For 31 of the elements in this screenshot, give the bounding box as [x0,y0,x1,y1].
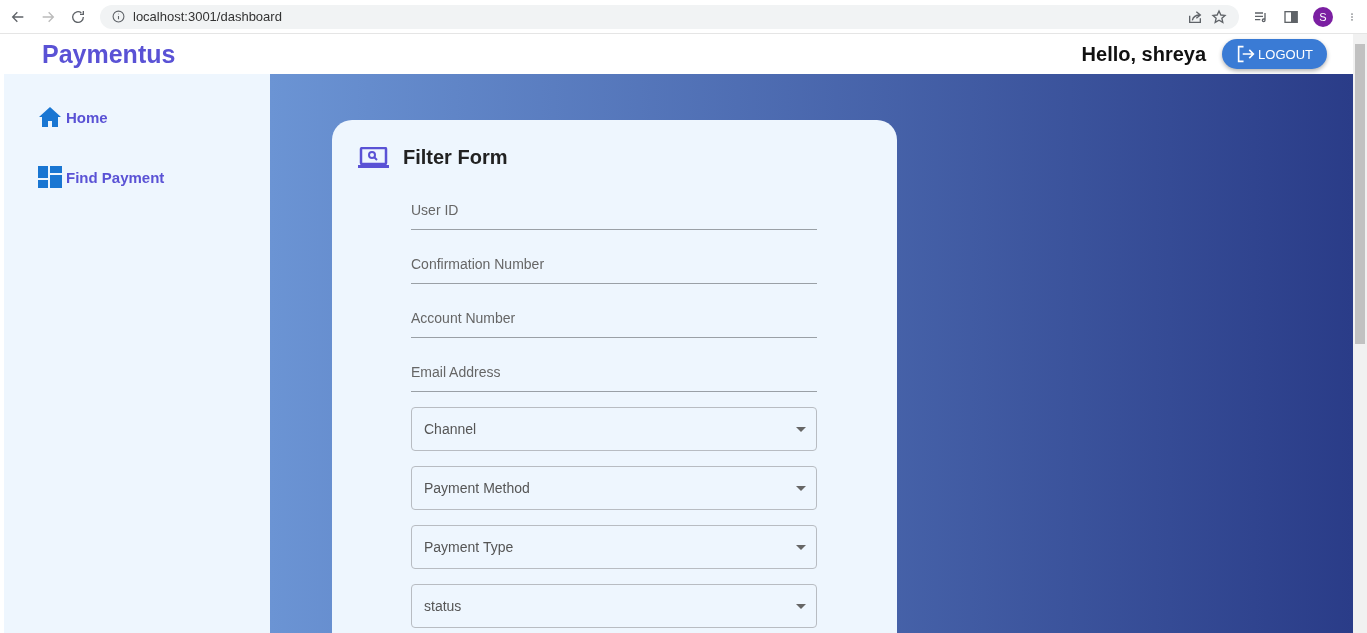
input-field[interactable]: User ID [411,191,817,230]
address-bar[interactable]: localhost:3001/dashboard [100,4,1239,29]
url-text: localhost:3001/dashboard [133,9,282,24]
input-field[interactable]: Confirmation Number [411,245,817,284]
caret-icon [796,485,806,491]
dashboard-icon [38,166,62,188]
caret-icon [796,544,806,550]
side-panel-icon[interactable] [1283,8,1299,25]
select-field[interactable]: Channel [411,407,817,451]
logout-icon [1236,45,1257,63]
logout-button[interactable]: LOGOUT [1222,39,1327,69]
select-field[interactable]: status [411,584,817,628]
brand-logo: Paymentus [42,39,177,69]
share-icon[interactable] [1187,8,1203,25]
star-icon[interactable] [1211,8,1227,25]
profile-avatar[interactable]: S [1313,6,1333,27]
select-field[interactable]: Payment Type [411,525,817,569]
sidebar-item[interactable]: Find Payment [38,166,165,188]
caret-icon [796,426,806,432]
input-field[interactable]: Account Number [411,299,817,338]
input-field[interactable]: Email Address [411,353,817,392]
caret-icon [796,603,806,609]
laptop-search-icon [358,146,389,169]
sidebar-item[interactable]: Home [38,106,108,128]
select-field[interactable]: Payment Method [411,466,817,510]
greeting-text: Hello, shreya [1081,42,1207,66]
home-icon [38,106,62,128]
info-icon [112,10,125,23]
reload-icon[interactable] [70,8,86,25]
form-title: Filter Form [403,146,508,169]
scrollbar[interactable] [1353,34,1367,633]
